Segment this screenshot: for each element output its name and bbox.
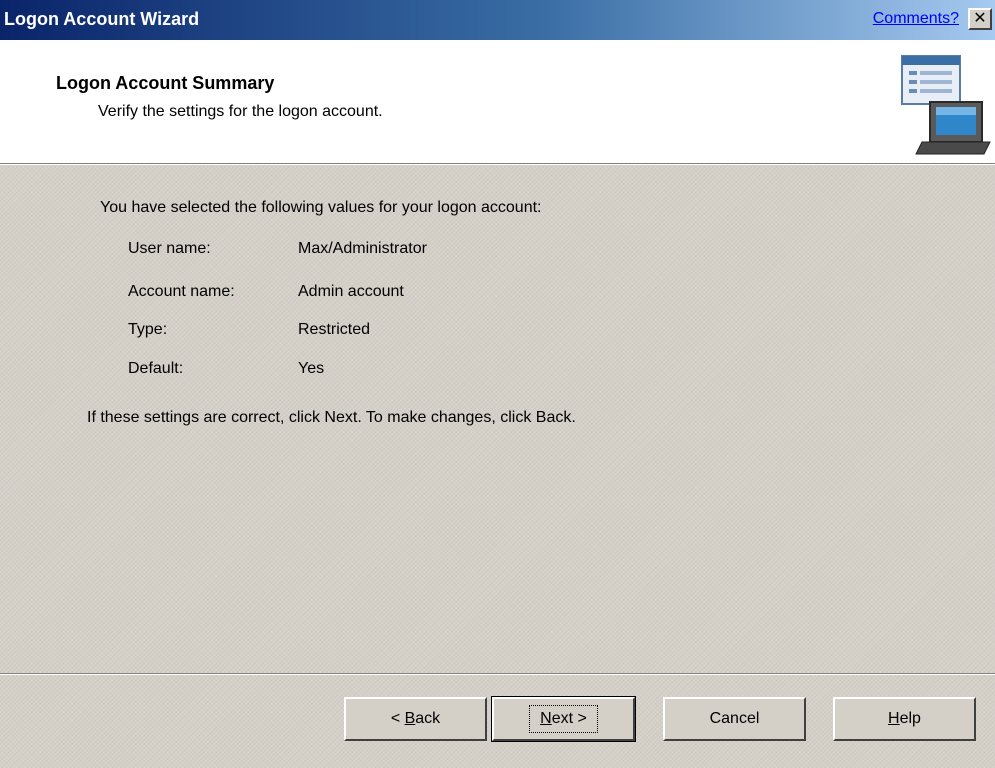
instruction-text: If these settings are correct, click Nex… [87, 409, 576, 426]
account-name-label: Account name: [128, 283, 235, 300]
window-title: Logon Account Wizard [4, 9, 200, 29]
close-button[interactable]: ✕ [968, 8, 992, 30]
default-label: Default: [128, 360, 184, 377]
account-name-value: Admin account [298, 283, 404, 300]
cancel-button[interactable]: Cancel [663, 697, 806, 741]
type-value: Restricted [298, 321, 371, 338]
help-button[interactable]: Help [833, 697, 976, 741]
button-divider [0, 673, 995, 675]
page-title: Logon Account Summary [56, 73, 275, 93]
computer-settings-icon [901, 55, 991, 155]
focus-ring: Next > [529, 705, 598, 733]
wizard-body: You have selected the following values f… [0, 165, 995, 768]
wizard-header: Logon Account Summary Verify the setting… [0, 40, 995, 163]
page-subtitle: Verify the settings for the logon accoun… [98, 103, 383, 120]
user-name-value: Max/Administrator [298, 240, 427, 257]
comments-link[interactable]: Comments? [873, 10, 959, 28]
title-bar[interactable]: Logon Account Wizard Comments? ✕ [0, 0, 995, 40]
type-label: Type: [128, 321, 168, 338]
intro-text: You have selected the following values f… [100, 199, 542, 216]
back-button[interactable]: < Back [344, 697, 487, 741]
user-name-label: User name: [128, 240, 211, 257]
default-value: Yes [298, 360, 325, 377]
close-icon: ✕ [973, 10, 987, 27]
next-button[interactable]: Next > [491, 696, 636, 742]
